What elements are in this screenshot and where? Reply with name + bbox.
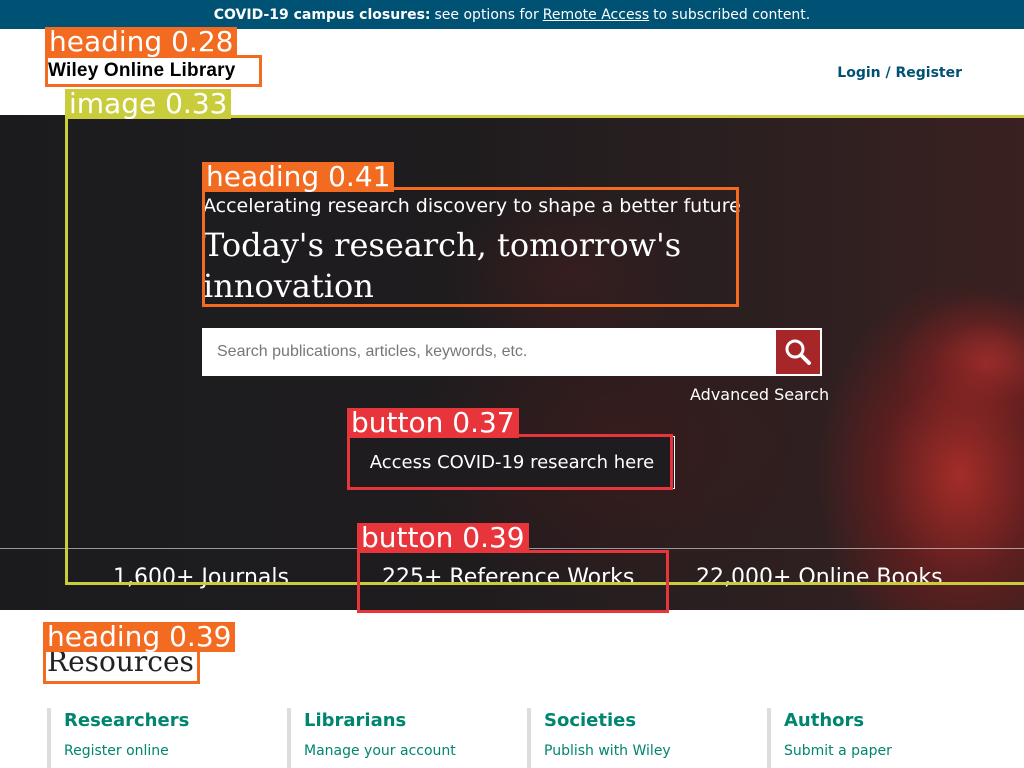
publish-with-wiley-link[interactable]: Publish with Wiley	[544, 743, 727, 759]
search-button[interactable]	[776, 330, 820, 374]
resource-column-researchers: Researchers Register online	[47, 708, 247, 768]
societies-heading[interactable]: Societies	[544, 710, 727, 731]
search-bar	[202, 328, 822, 376]
wiley-logo[interactable]: Wiley Online Library	[48, 60, 236, 82]
resource-column-librarians: Librarians Manage your account	[287, 708, 487, 768]
register-online-link[interactable]: Register online	[64, 743, 247, 759]
covid-research-button[interactable]: Access COVID-19 research here	[349, 436, 675, 489]
stats-divider	[0, 548, 1024, 549]
manage-account-link[interactable]: Manage your account	[304, 743, 487, 759]
login-register-link[interactable]: Login / Register	[837, 65, 962, 81]
covid-banner: COVID-19 campus closures: see options fo…	[0, 0, 1024, 29]
online-books-stat-link[interactable]: 22,000+ Online Books	[696, 565, 943, 590]
search-input[interactable]	[202, 328, 776, 376]
banner-text-end: to subscribed content.	[653, 6, 811, 23]
resource-column-authors: Authors Submit a paper	[767, 708, 967, 768]
journals-stat-link[interactable]: 1,600+ Journals	[113, 565, 289, 590]
researchers-heading[interactable]: Researchers	[64, 710, 247, 731]
authors-heading[interactable]: Authors	[784, 710, 967, 731]
hero-tagline: Accelerating research discovery to shape…	[203, 195, 741, 217]
banner-text: see options for	[434, 6, 539, 23]
reference-works-stat-link[interactable]: 225+ Reference Works	[382, 565, 634, 590]
librarians-heading[interactable]: Librarians	[304, 710, 487, 731]
resource-column-societies: Societies Publish with Wiley	[527, 708, 727, 768]
remote-access-link[interactable]: Remote Access	[543, 7, 649, 23]
advanced-search-link[interactable]: Advanced Search	[690, 385, 829, 404]
hero-banner: Accelerating research discovery to shape…	[0, 115, 1024, 610]
banner-bold-text: COVID-19 campus closures:	[213, 6, 431, 23]
resources-heading: Resources	[47, 645, 194, 678]
hero-title: Today's research, tomorrow's innovation	[203, 226, 682, 305]
search-icon	[785, 339, 811, 365]
submit-paper-link[interactable]: Submit a paper	[784, 743, 967, 759]
site-header: Wiley Online Library Login / Register	[0, 29, 1024, 115]
